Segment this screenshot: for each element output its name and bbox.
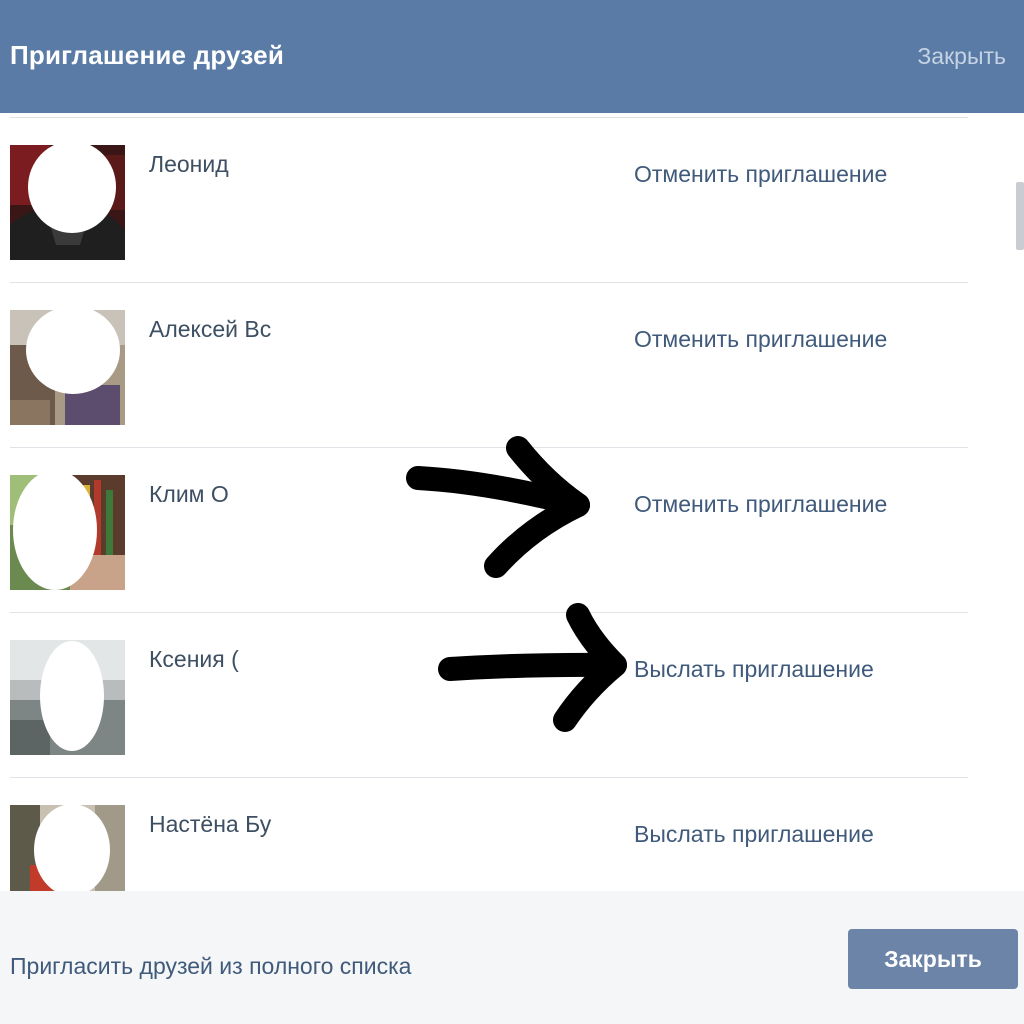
friend-name[interactable]: Клим О <box>149 481 275 508</box>
cancel-invite-link[interactable]: Отменить приглашение <box>634 161 887 188</box>
friend-name[interactable]: Леонид <box>149 151 275 178</box>
friend-row: Настёна Бу Выслать приглашение <box>10 777 968 891</box>
cancel-invite-link[interactable]: Отменить приглашение <box>634 491 887 518</box>
avatar[interactable] <box>10 805 125 891</box>
friend-name[interactable]: Настёна Бу <box>149 811 275 838</box>
avatar[interactable] <box>10 145 125 260</box>
friend-row: Алексей Вс Отменить приглашение <box>10 282 968 447</box>
friend-row: Клим О Отменить приглашение <box>10 447 968 612</box>
invite-from-full-list-link[interactable]: Пригласить друзей из полного списка <box>10 953 411 980</box>
friend-row: Ксения ( Выслать приглашение <box>10 612 968 777</box>
friends-list[interactable]: Леонид Отменить приглашение Алексей Вс О… <box>0 113 1024 891</box>
dialog-title: Приглашение друзей <box>10 40 284 70</box>
friend-name[interactable]: Ксения ( <box>149 646 275 673</box>
avatar[interactable] <box>10 475 125 590</box>
send-invite-link[interactable]: Выслать приглашение <box>634 656 874 683</box>
send-invite-link[interactable]: Выслать приглашение <box>634 821 874 848</box>
close-button[interactable]: Закрыть <box>848 929 1018 989</box>
friend-row: Леонид Отменить приглашение <box>10 117 968 282</box>
scrollbar-thumb[interactable] <box>1016 182 1024 250</box>
avatar[interactable] <box>10 640 125 755</box>
header-close-link[interactable]: Закрыть <box>917 43 1006 70</box>
dialog-footer: Пригласить друзей из полного списка Закр… <box>0 891 1024 1024</box>
cancel-invite-link[interactable]: Отменить приглашение <box>634 326 887 353</box>
avatar[interactable] <box>10 310 125 425</box>
dialog-header: Приглашение друзей Закрыть <box>0 0 1024 113</box>
friend-name[interactable]: Алексей Вс <box>149 316 275 343</box>
